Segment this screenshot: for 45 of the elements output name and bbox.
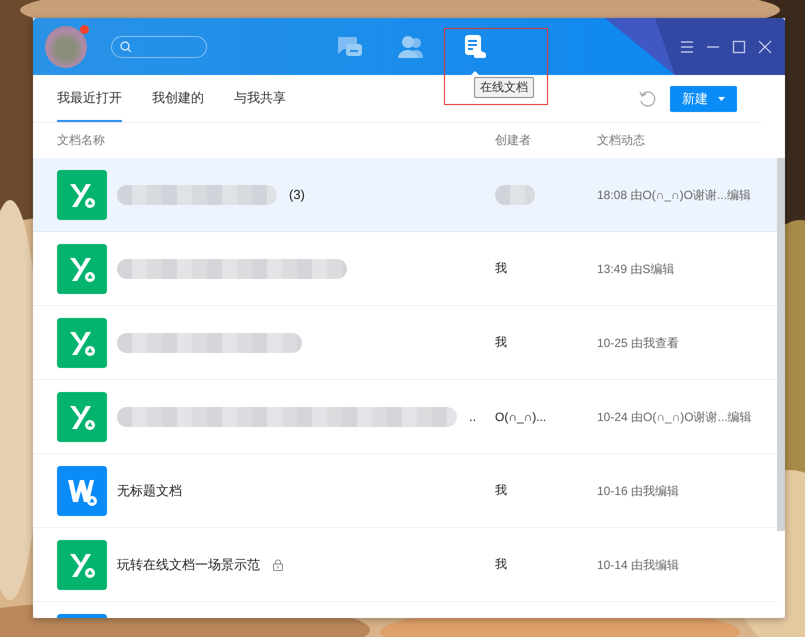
document-row[interactable]: 无标题文档 我 10-16 由我编辑 xyxy=(33,454,777,528)
tab[interactable]: 我创建的 xyxy=(152,75,204,122)
tooltip: 在线文档 xyxy=(474,77,534,98)
caret-icon xyxy=(718,96,725,100)
document-row[interactable]: (3) 18:08 由O(∩_∩)O谢谢...编辑 xyxy=(33,158,777,232)
creator: 我 xyxy=(495,557,507,571)
document-activity: 10-14 由我编辑 xyxy=(597,558,680,572)
document-name: 玩转在线文档一场景示范 xyxy=(117,556,260,574)
document-activity: 10-16 由我编辑 xyxy=(597,484,680,498)
sheet-file-icon xyxy=(57,540,107,590)
search-icon xyxy=(120,40,132,52)
refresh-icon[interactable] xyxy=(638,88,658,108)
document-row[interactable]: 玩转在线文档一场景示范 我 10-14 由我编辑 xyxy=(33,528,777,602)
menu-icon[interactable] xyxy=(679,38,695,54)
column-header: 文档动态 xyxy=(597,132,646,149)
document-activity: 13:49 由S编辑 xyxy=(597,262,674,276)
document-activity: 10-25 由我查看 xyxy=(597,336,680,350)
maximize-icon[interactable] xyxy=(731,38,747,54)
cloud-document-icon xyxy=(463,34,487,60)
user-avatar[interactable] xyxy=(45,26,87,68)
search-field[interactable] xyxy=(111,36,207,58)
creator: 我 xyxy=(495,335,507,349)
chat-icon xyxy=(335,34,363,58)
tab[interactable]: 与我共享 xyxy=(234,75,286,122)
document-row[interactable]: .. O(∩_∩)... 10-24 由O(∩_∩)O谢谢...编辑 xyxy=(33,380,777,454)
document-name: .. xyxy=(469,409,476,424)
sheet-file-icon xyxy=(57,244,107,294)
document-row[interactable]: 我 13:49 由S编辑 xyxy=(33,232,777,306)
sheet-file-icon xyxy=(57,170,107,220)
document-name: 无标题文档 xyxy=(117,482,182,500)
sheet-file-icon xyxy=(57,392,107,442)
close-icon[interactable] xyxy=(757,38,773,54)
document-activity: 10-24 由O(∩_∩)O谢谢...编辑 xyxy=(597,410,752,424)
document-activity: 18:08 由O(∩_∩)O谢谢...编辑 xyxy=(597,188,751,202)
tab[interactable]: 我最近打开 xyxy=(57,75,122,122)
document-name: (3) xyxy=(289,187,305,202)
creator: 我 xyxy=(495,261,507,275)
document-row[interactable]: 我 10-25 由我查看 xyxy=(33,306,777,380)
scrollbar[interactable] xyxy=(777,158,785,531)
creator: 我 xyxy=(495,483,507,497)
creator: O(∩_∩)... xyxy=(495,410,546,424)
doc-file-icon xyxy=(57,466,107,516)
sheet-file-icon xyxy=(57,318,107,368)
column-header: 创建者 xyxy=(495,132,532,149)
column-header: 文档名称 xyxy=(57,132,106,149)
